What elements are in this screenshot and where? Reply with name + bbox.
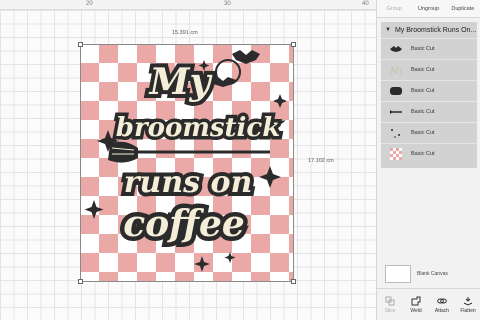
height-dimension-label: 17.102 cm <box>308 158 334 164</box>
ruler-mark: 20 <box>86 1 93 7</box>
panel-tabs: Group Ungroup Duplicate <box>377 0 480 18</box>
layer-item[interactable]: Basic Cut <box>381 101 477 122</box>
weld-button[interactable]: Weld <box>403 289 429 320</box>
selection-box[interactable] <box>78 42 296 284</box>
resize-handle-bottom-right[interactable] <box>291 279 296 284</box>
flatten-icon <box>463 296 473 306</box>
layer-item[interactable]: Basic Cut <box>381 122 477 143</box>
blank-canvas-swatch[interactable] <box>385 265 411 283</box>
slice-label: Slice <box>384 307 396 314</box>
top-ruler: 20 30 40 <box>0 0 376 10</box>
layer-label: Basic Cut <box>411 151 435 157</box>
bat-thumb-icon <box>389 42 403 56</box>
lock-handle-bottom-left[interactable] <box>78 279 83 284</box>
ruler-mark: 30 <box>224 1 231 7</box>
attach-label: Attach <box>434 307 450 314</box>
layer-item[interactable]: Basic Cut <box>381 143 477 164</box>
layer-label: Basic Cut <box>411 88 435 94</box>
broom-thumb-icon <box>389 105 403 119</box>
weld-icon <box>411 296 421 305</box>
svg-text:My: My <box>389 67 403 76</box>
ungroup-button[interactable]: Ungroup <box>411 0 445 17</box>
bottom-toolbar: Slice Weld Attach Flatten <box>377 288 480 320</box>
attach-button[interactable]: Attach <box>429 289 455 320</box>
layer-label: Basic Cut <box>411 130 435 136</box>
group-header[interactable]: ▼ My Broomstick Runs On... <box>381 22 477 38</box>
layer-item[interactable]: Basic Cut <box>381 38 477 59</box>
group-button[interactable]: Group <box>377 0 411 17</box>
layer-label: Basic Cut <box>411 67 435 73</box>
duplicate-button[interactable]: Duplicate <box>446 0 480 17</box>
blank-canvas-label: Blank Canvas <box>417 271 448 277</box>
checker-thumb-icon <box>389 147 403 161</box>
ruler-mark: 40 <box>362 1 369 7</box>
blank-canvas-row[interactable]: Blank Canvas <box>381 262 477 286</box>
flatten-label: Flatten <box>460 307 476 314</box>
attach-icon <box>437 298 447 303</box>
weld-label: Weld <box>410 307 422 314</box>
layers-panel: Group Ungroup Duplicate ▼ My Broomstick … <box>376 0 480 320</box>
chevron-down-icon[interactable]: ▼ <box>385 27 391 33</box>
layer-item[interactable]: Basic Cut <box>381 80 477 101</box>
rotate-handle-top-right[interactable] <box>291 42 296 47</box>
layer-label: Basic Cut <box>411 46 435 52</box>
layer-group[interactable]: ▼ My Broomstick Runs On... Basic Cut My … <box>381 22 477 168</box>
stars-thumb-icon <box>389 126 403 140</box>
group-name: My Broomstick Runs On... <box>394 26 477 34</box>
sparkles-thumb-icon: My <box>389 63 403 77</box>
text-shadow-thumb-icon <box>389 84 403 98</box>
layer-item[interactable]: My Basic Cut <box>381 59 477 80</box>
slice-icon <box>385 296 395 305</box>
flatten-button[interactable]: Flatten <box>455 289 480 320</box>
slice-button[interactable]: Slice <box>377 289 403 320</box>
resize-handle-top-left[interactable] <box>78 42 83 47</box>
width-dimension-label: 15.391 cm <box>172 30 198 36</box>
design-canvas[interactable]: 20 30 40 15.391 cm 17.102 cm My My broom… <box>0 0 376 320</box>
layer-label: Basic Cut <box>411 109 435 115</box>
